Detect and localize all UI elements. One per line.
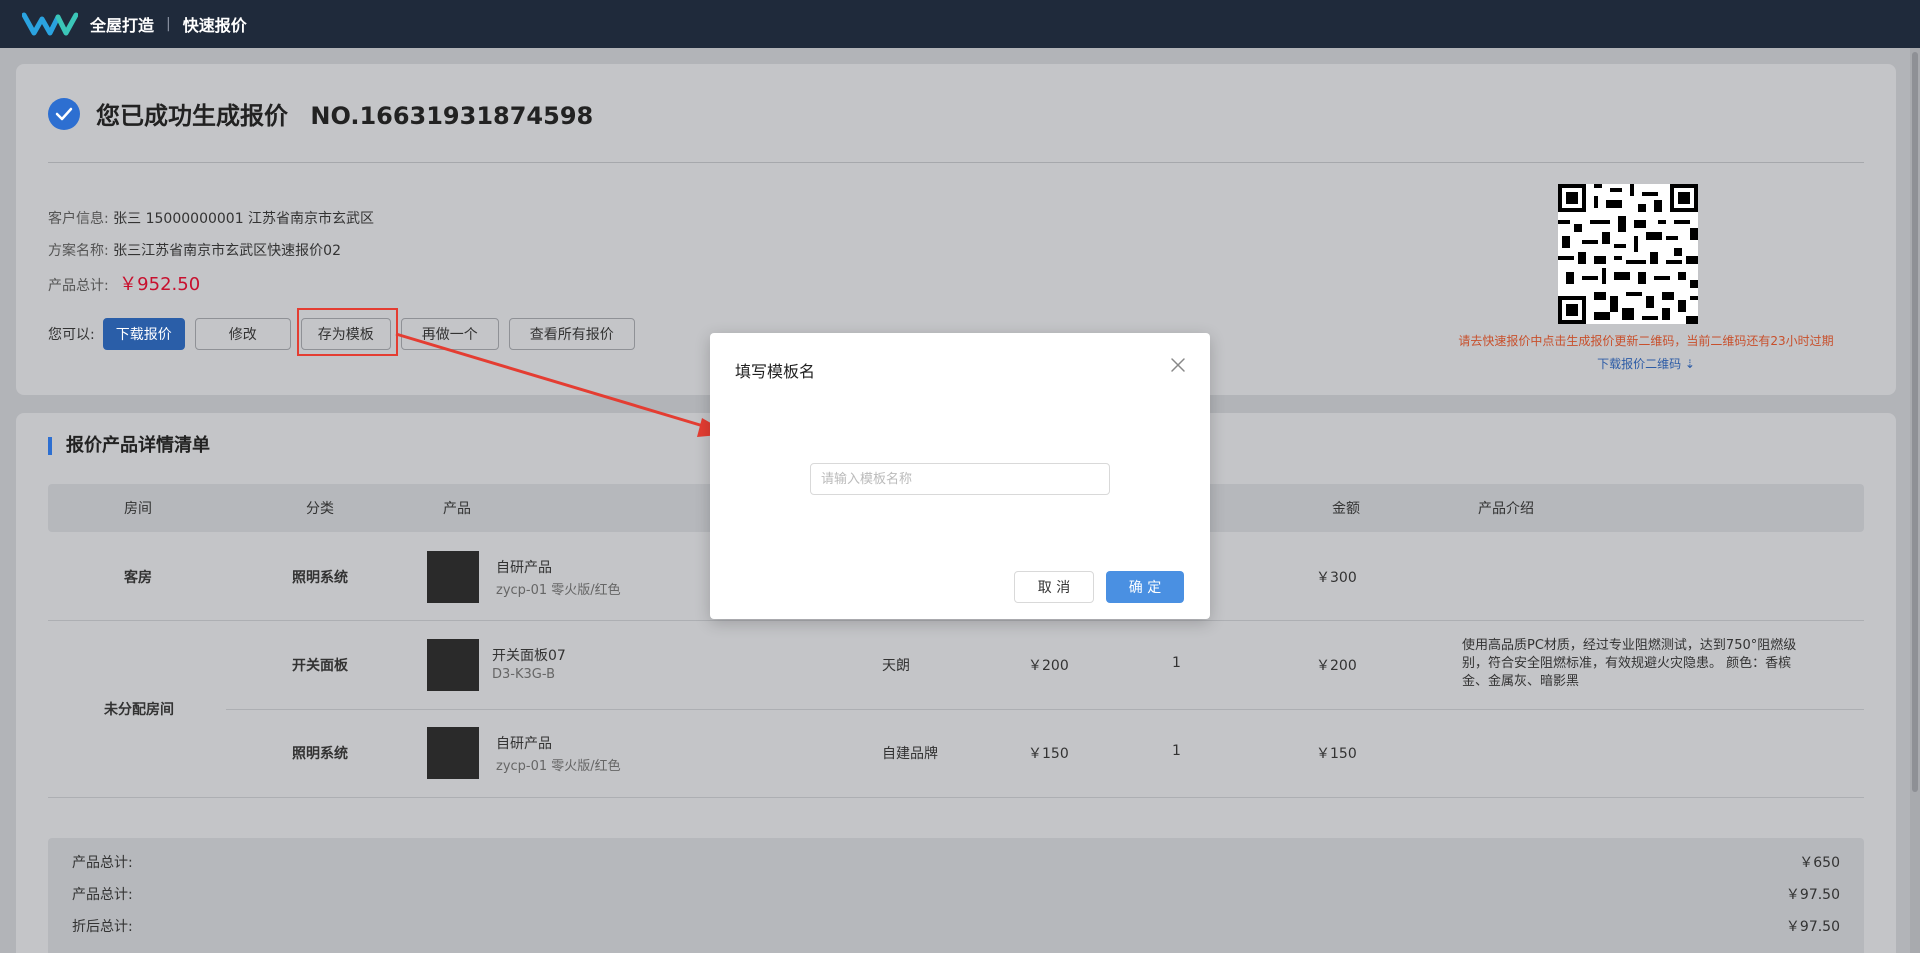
template-name-input[interactable] [810, 463, 1110, 495]
product-model: D3-K3G-B [492, 667, 555, 682]
product-thumbnail [427, 639, 479, 691]
check-circle-icon [48, 98, 80, 130]
customer-info-row: 客户信息: 张三 15000000001 江苏省南京市玄武区 [48, 208, 374, 228]
actions-label: 您可以: [48, 327, 95, 343]
plan-label: 方案名称: [48, 243, 109, 259]
product-name: 自研产品 [496, 736, 552, 752]
column-header-room: 房间 [124, 501, 152, 517]
summary-label: 折后总计: [72, 919, 133, 935]
success-message: 您已成功生成报价 [96, 102, 288, 130]
download-qr-link[interactable]: 下载报价二维码 ⇣ [1416, 355, 1876, 372]
summary-value: ￥97.50 [1785, 919, 1840, 935]
table-cell-category: 照明系统 [292, 570, 348, 586]
brand-logo-icon [22, 12, 78, 36]
row-divider [48, 797, 1864, 798]
price-summary: 产品总计: ￥650 产品总计: ￥97.50 折后总计: ￥97.50 [48, 838, 1864, 953]
summary-value: ￥650 [1799, 855, 1840, 871]
total-row: 产品总计: ￥952.50 [48, 270, 200, 296]
total-label: 产品总计: [48, 278, 109, 294]
table-cell-amount: ￥200 [1316, 658, 1357, 674]
quote-number: NO.16631931874598 [310, 102, 594, 130]
column-header-product: 产品 [443, 501, 471, 517]
cancel-button[interactable]: 取 消 [1014, 571, 1094, 603]
column-header-intro: 产品介绍 [1478, 501, 1534, 517]
qr-code-icon [1558, 184, 1698, 324]
close-icon[interactable] [1168, 355, 1188, 375]
total-value: ￥952.50 [119, 274, 201, 295]
template-name-dialog: 填写模板名 取 消 确 定 [710, 333, 1210, 619]
table-cell-room: 客房 [124, 570, 152, 586]
table-cell-quantity: 1 [1172, 743, 1181, 759]
section-title: 报价产品详情清单 [48, 437, 210, 455]
column-header-category: 分类 [306, 501, 334, 517]
qr-expiry-note: 请去快速报价中点击生成报价更新二维码，当前二维码还有23小时过期 [1458, 334, 1834, 348]
product-thumbnail [427, 551, 479, 603]
annotation-highlight-box [297, 308, 398, 356]
summary-label: 产品总计: [72, 855, 133, 871]
column-header-amount: 金额 [1332, 501, 1360, 517]
success-heading: 您已成功生成报价 NO.16631931874598 [96, 96, 593, 131]
product-name: 自研产品 [496, 560, 552, 576]
table-cell-amount: ￥150 [1316, 746, 1357, 762]
table-cell-price: ￥150 [1028, 746, 1069, 762]
row-divider [48, 620, 1864, 621]
table-cell-room: 未分配房间 [104, 702, 174, 718]
table-cell-category: 照明系统 [292, 746, 348, 762]
page-name: 快速报价 [182, 16, 247, 35]
customer-label: 客户信息: [48, 211, 109, 227]
redo-button[interactable]: 再做一个 [400, 318, 499, 350]
table-cell-brand: 自建品牌 [882, 746, 938, 762]
summary-value: ￥97.50 [1785, 887, 1840, 903]
product-thumbnail [427, 727, 479, 779]
scrollbar-thumb[interactable] [1912, 52, 1918, 792]
table-cell-amount: ￥300 [1316, 570, 1357, 586]
summary-label: 产品总计: [72, 887, 133, 903]
product-name: 开关面板07 [492, 648, 566, 664]
product-model: zycp-01 零火版/红色 [496, 583, 621, 598]
divider [48, 162, 1864, 163]
dialog-title: 填写模板名 [735, 362, 816, 381]
table-cell-brand: 天朗 [882, 658, 910, 674]
view-all-quotes-button[interactable]: 查看所有报价 [508, 318, 635, 350]
table-cell-price: ￥200 [1028, 658, 1069, 674]
title-separator: | [166, 16, 171, 32]
page-scrollbar[interactable] [1910, 48, 1920, 953]
table-cell-quantity: 1 [1172, 655, 1181, 671]
table-cell-intro: 使用高品质PC材质，经过专业阻燃测试，达到750°阻燃级别，符合安全阻燃标准，有… [1462, 638, 1797, 689]
edit-button[interactable]: 修改 [194, 318, 291, 350]
top-bar: 全屋打造 | 快速报价 [0, 0, 1920, 48]
plan-name-row: 方案名称: 张三江苏省南京市玄武区快速报价02 [48, 240, 341, 260]
customer-value: 张三 15000000001 江苏省南京市玄武区 [113, 211, 375, 227]
download-quote-button[interactable]: 下载报价 [102, 318, 185, 350]
confirm-button[interactable]: 确 定 [1106, 571, 1184, 603]
row-divider [226, 709, 1864, 710]
app-name[interactable]: 全屋打造 [90, 12, 154, 36]
product-model: zycp-01 零火版/红色 [496, 759, 621, 774]
table-cell-category: 开关面板 [292, 658, 348, 674]
plan-value: 张三江苏省南京市玄武区快速报价02 [113, 243, 341, 259]
